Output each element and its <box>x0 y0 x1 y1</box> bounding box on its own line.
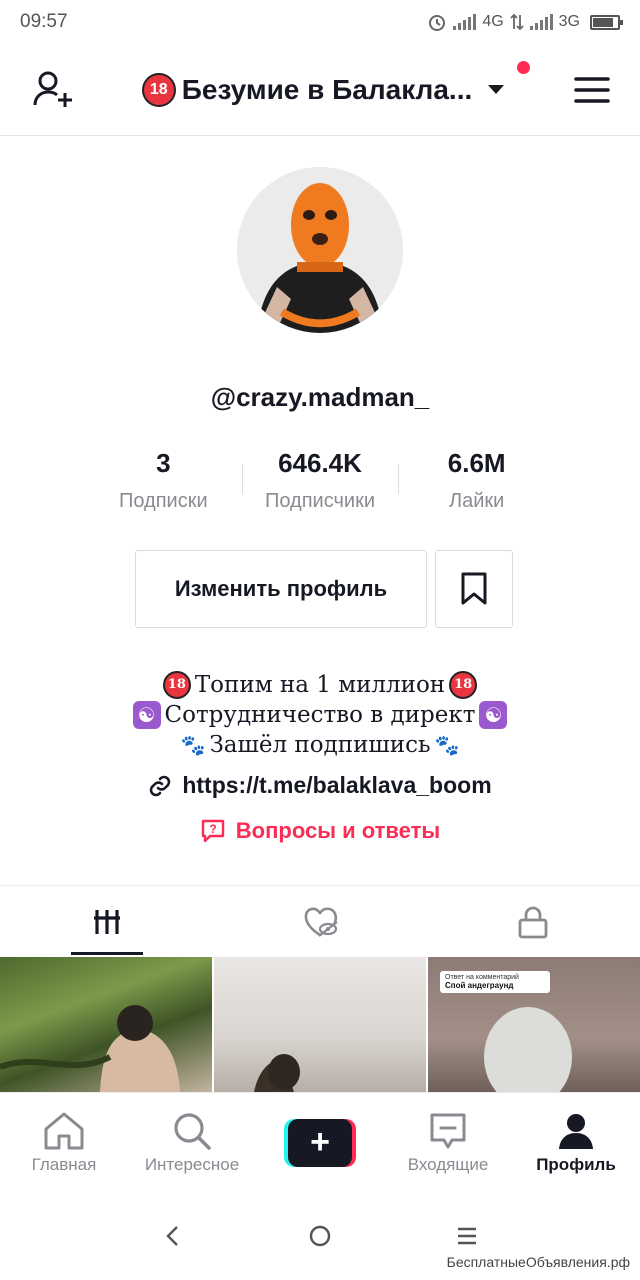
qa-button[interactable]: ? Вопросы и ответы <box>0 818 640 844</box>
link-icon <box>150 775 171 796</box>
stat-label: Подписчики <box>264 490 376 512</box>
stat-following[interactable]: 3 Подписки <box>85 446 242 513</box>
favorites-button[interactable] <box>435 550 513 628</box>
username: @crazy.madman_ <box>210 382 430 412</box>
paw-prints-icon: 🐾 <box>180 733 206 757</box>
profile-bio: 18 Топим на 1 миллион 18 ☯ Сотрудничеств… <box>0 670 640 760</box>
bottom-navigation: Главная Интересное + Входящие Профиль <box>0 1092 640 1192</box>
back-icon[interactable] <box>161 1224 185 1248</box>
video-thumbnail[interactable] <box>214 957 426 1092</box>
status-bar: 09:57 4G 3G <box>0 0 640 44</box>
profile-actions: Изменить профиль <box>135 550 513 628</box>
nav-label: Входящие <box>407 1154 489 1174</box>
profile-avatar[interactable] <box>237 167 403 333</box>
link-text: https://t.me/balaklava_boom <box>182 772 492 798</box>
yin-yang-icon: ☯ <box>479 701 508 729</box>
stat-followers[interactable]: 646.4K Подписчики <box>241 446 399 513</box>
nav-home[interactable]: Главная <box>0 1111 128 1175</box>
profile-header: 18 Безумие в Балакла... <box>0 44 640 136</box>
profile-stats: 3 Подписки 646.4K Подписчики 6.6M Лайки <box>85 446 555 513</box>
network-3g: 3G <box>558 13 580 30</box>
search-icon <box>174 1112 211 1150</box>
stat-label: Лайки <box>449 490 505 512</box>
bookmark-icon <box>461 572 487 605</box>
plus-icon: + <box>284 1118 356 1167</box>
home-circle-icon[interactable] <box>307 1223 333 1249</box>
battery-icon <box>590 14 623 30</box>
paw-prints-icon: 🐾 <box>434 733 460 757</box>
yin-yang-icon: ☯ <box>132 701 161 729</box>
nav-label: Главная <box>31 1154 97 1174</box>
account-title: Безумие в Балакла... <box>181 73 473 105</box>
stat-label: Подписки <box>119 490 208 512</box>
stat-likes[interactable]: 6.6M Лайки <box>398 446 555 513</box>
hamburger-menu-icon <box>574 76 610 103</box>
add-friend-button[interactable] <box>30 66 78 114</box>
bio-text: Зашёл подпишись <box>209 732 431 758</box>
signal-icon-2 <box>529 14 553 30</box>
recent-apps-icon[interactable] <box>455 1224 479 1248</box>
adult-18-icon: 18 <box>449 671 478 699</box>
avatar-image <box>237 167 403 333</box>
inbox-icon <box>430 1113 466 1148</box>
status-time: 09:57 <box>20 11 68 32</box>
content-tabs <box>0 885 640 957</box>
tab-private[interactable] <box>427 886 640 957</box>
data-transfer-icon <box>510 13 524 31</box>
nav-profile[interactable]: Профиль <box>512 1111 640 1175</box>
chevron-down-icon <box>488 85 505 94</box>
bio-line-3: 🐾 Зашёл подпишись 🐾 <box>0 730 640 760</box>
account-switcher[interactable]: 18 Безумие в Балакла... <box>141 60 531 107</box>
bio-text: Сотрудничество в директ <box>164 702 476 728</box>
stat-value: 646.4K <box>278 448 362 478</box>
video-thumbnail[interactable] <box>0 957 212 1092</box>
profile-icon <box>559 1113 593 1149</box>
nav-label: Интересное <box>144 1154 240 1174</box>
video-thumbnail[interactable]: Ответ на комментарий Спой андеграунд <box>428 957 640 1092</box>
network-4g: 4G <box>482 13 504 30</box>
qa-label: Вопросы и ответы <box>235 818 441 843</box>
edit-profile-button[interactable]: Изменить профиль <box>135 550 427 628</box>
tab-videos[interactable] <box>0 886 213 957</box>
stat-value: 3 <box>156 448 171 478</box>
nav-create[interactable]: + <box>256 1118 384 1167</box>
alarm-icon <box>429 15 446 31</box>
bio-line-1: 18 Топим на 1 миллион 18 <box>0 670 640 700</box>
nav-label: Профиль <box>536 1154 616 1174</box>
tab-liked[interactable] <box>213 886 426 957</box>
video-grid: Ответ на комментарий Спой андеграунд <box>0 957 640 1092</box>
stat-value: 6.6M <box>447 448 506 478</box>
notification-dot <box>517 60 531 74</box>
video-preview-image <box>0 1005 180 1092</box>
menu-button[interactable] <box>568 66 616 114</box>
grid-icon <box>93 909 120 934</box>
home-icon <box>44 1112 84 1149</box>
hidden-heart-icon <box>304 907 338 937</box>
adult-18-icon: 18 <box>141 72 176 107</box>
video-preview-image <box>254 1054 300 1092</box>
signal-icon <box>453 14 477 30</box>
nav-inbox[interactable]: Входящие <box>384 1111 512 1175</box>
nav-discover[interactable]: Интересное <box>128 1111 256 1175</box>
question-bubble-icon: ? <box>201 819 224 843</box>
watermark: БесплатныеОбъявления.рф <box>446 1254 630 1270</box>
profile-link[interactable]: https://t.me/balaklava_boom <box>0 772 640 799</box>
video-preview-image <box>484 1007 572 1092</box>
svg-text:?: ? <box>209 822 216 836</box>
add-user-icon <box>33 71 72 107</box>
adult-18-icon: 18 <box>162 671 191 699</box>
bio-text: Топим на 1 миллион <box>194 672 446 698</box>
lock-icon <box>518 906 548 938</box>
status-icons: 4G 3G <box>427 12 623 32</box>
bio-line-2: ☯ Сотрудничество в директ ☯ <box>0 700 640 730</box>
